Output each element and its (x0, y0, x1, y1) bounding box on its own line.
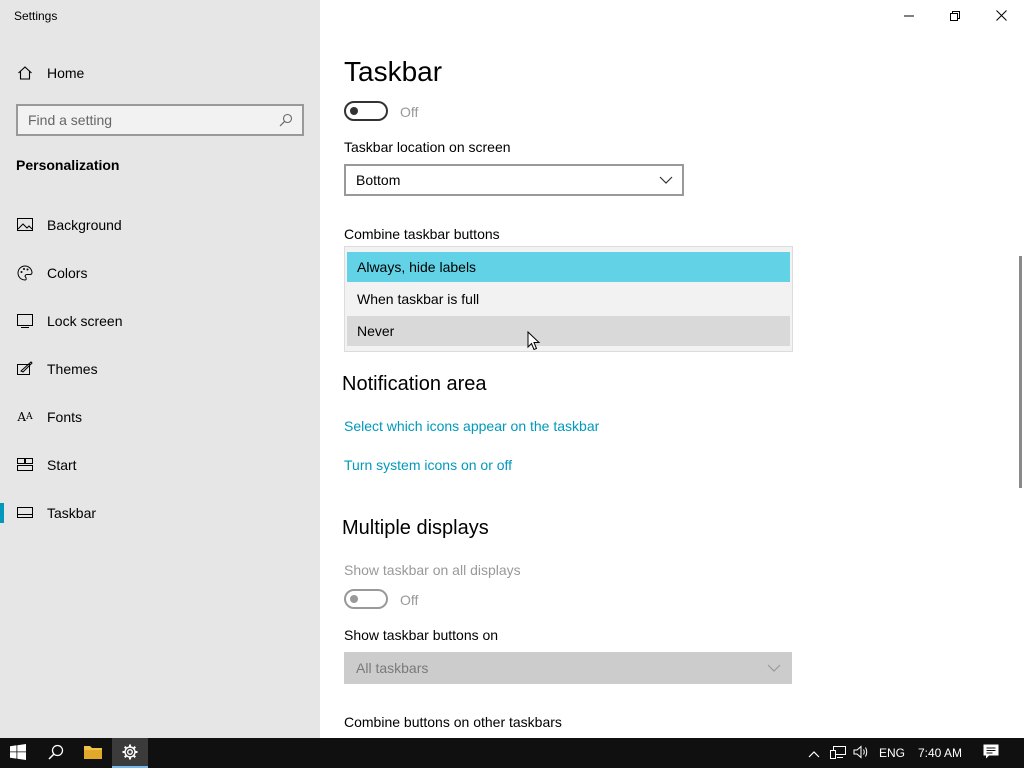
lock-screen-icon (16, 312, 34, 330)
active-indicator (0, 503, 4, 523)
search-icon[interactable] (276, 110, 296, 130)
windows-taskbar: ENG 7:40 AM (0, 738, 1024, 768)
sidebar: Settings Home Find a setting Personaliza… (0, 0, 320, 738)
close-button[interactable] (978, 0, 1024, 32)
search-placeholder: Find a setting (28, 112, 113, 128)
notification-icon (983, 744, 999, 762)
sidebar-item-colors[interactable]: Colors (0, 253, 320, 293)
section-title: Personalization (16, 157, 120, 173)
chevron-up-icon (808, 745, 820, 761)
combine-other-label: Combine buttons on other taskbars (344, 714, 562, 730)
themes-icon (16, 360, 34, 378)
chevron-down-icon (658, 172, 674, 188)
file-explorer-button[interactable] (74, 738, 112, 768)
scrollbar[interactable] (1019, 256, 1022, 488)
sidebar-item-start[interactable]: Start (0, 445, 320, 485)
sidebar-item-label: Background (47, 217, 122, 233)
sidebar-item-label: Taskbar (47, 505, 97, 521)
show-all-toggle[interactable] (344, 589, 388, 609)
clock[interactable]: 7:40 AM (918, 746, 962, 760)
multiple-displays-heading: Multiple displays (342, 517, 489, 539)
fonts-icon: AA (17, 410, 33, 424)
close-icon (995, 8, 1007, 24)
show-all-label: Show taskbar on all displays (344, 562, 521, 578)
sidebar-item-taskbar[interactable]: Taskbar (0, 493, 320, 533)
buttons-on-value: All taskbars (356, 660, 429, 676)
restore-icon (950, 8, 960, 24)
search-input[interactable]: Find a setting (16, 104, 304, 136)
windows-logo-icon (10, 743, 26, 763)
sidebar-item-label: Start (47, 457, 77, 473)
combine-option[interactable]: Never (347, 316, 790, 346)
settings-taskbar-button[interactable] (112, 738, 148, 768)
start-icon (16, 456, 34, 474)
system-icons-link[interactable]: Turn system icons on or off (344, 457, 512, 473)
gear-icon (122, 744, 138, 763)
mouse-cursor-icon (527, 330, 541, 354)
network-button[interactable] (826, 738, 850, 768)
app-title: Settings (14, 9, 58, 23)
minimize-button[interactable] (886, 0, 932, 32)
buttons-on-dropdown[interactable]: All taskbars (344, 652, 792, 684)
taskbar-search-button[interactable] (38, 738, 74, 768)
combine-option[interactable]: When taskbar is full (347, 284, 790, 314)
combine-dropdown-list: Always, hide labels When taskbar is full… (344, 246, 793, 352)
home-icon (16, 64, 34, 82)
search-icon (48, 744, 64, 763)
volume-button[interactable] (850, 738, 872, 768)
combine-option[interactable]: Always, hide labels (347, 252, 790, 282)
volume-icon (853, 744, 869, 762)
main-content: Taskbar Off Taskbar location on screen B… (320, 0, 1024, 738)
restore-button[interactable] (932, 0, 978, 32)
home-nav-item[interactable]: Home (16, 62, 84, 84)
location-label: Taskbar location on screen (344, 139, 511, 155)
sidebar-item-label: Fonts (47, 409, 83, 425)
page-title: Taskbar (344, 56, 443, 87)
location-value: Bottom (356, 172, 401, 188)
network-icon (830, 745, 846, 762)
start-button[interactable] (0, 738, 36, 768)
show-all-toggle-state: Off (400, 592, 419, 608)
combine-label: Combine taskbar buttons (344, 226, 500, 242)
taskbar-toggle[interactable] (344, 101, 388, 121)
home-label: Home (47, 65, 85, 81)
sidebar-item-background[interactable]: Background (0, 205, 320, 245)
buttons-on-label: Show taskbar buttons on (344, 627, 499, 643)
sidebar-item-lock-screen[interactable]: Lock screen (0, 301, 320, 341)
chevron-down-icon (766, 660, 782, 676)
folder-icon (84, 745, 102, 762)
sidebar-item-fonts[interactable]: AA Fonts (0, 397, 320, 437)
language-indicator[interactable]: ENG (879, 746, 905, 760)
sidebar-item-label: Lock screen (47, 313, 123, 329)
background-icon (16, 216, 34, 234)
location-dropdown[interactable]: Bottom (344, 164, 684, 196)
sidebar-item-themes[interactable]: Themes (0, 349, 320, 389)
notification-heading: Notification area (342, 373, 487, 395)
taskbar-toggle-state: Off (400, 104, 419, 120)
taskbar-icon (16, 504, 34, 522)
sidebar-item-label: Themes (47, 361, 98, 377)
show-hidden-icons-button[interactable] (804, 738, 824, 768)
select-icons-link[interactable]: Select which icons appear on the taskbar (344, 418, 599, 434)
colors-icon (16, 264, 34, 282)
action-center-button[interactable] (976, 738, 1006, 768)
minimize-icon (904, 8, 914, 24)
sidebar-item-label: Colors (47, 265, 88, 281)
